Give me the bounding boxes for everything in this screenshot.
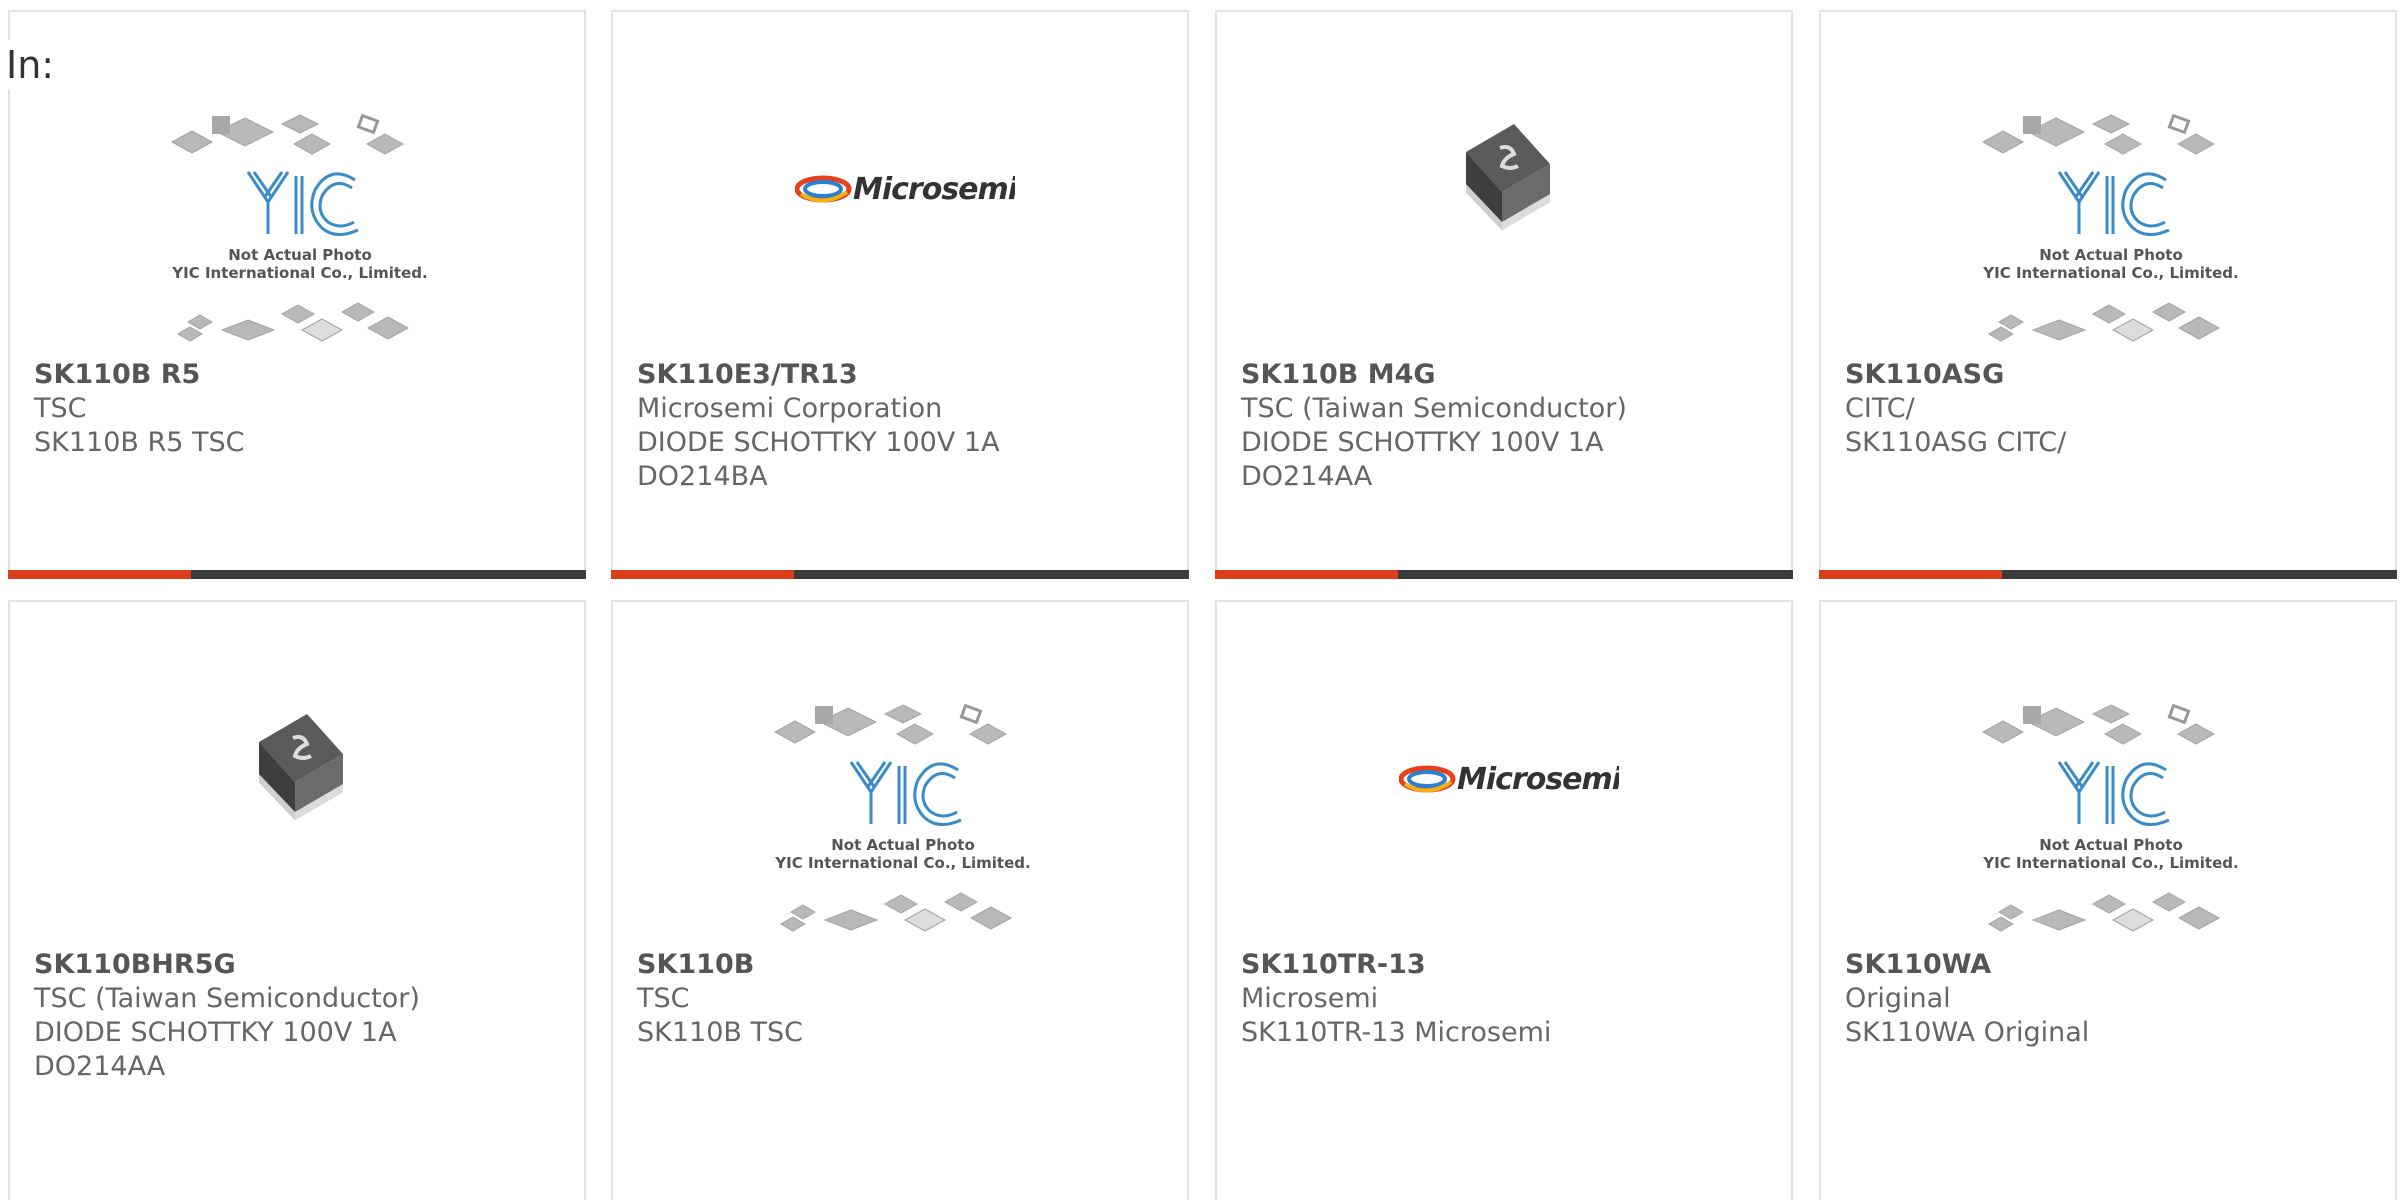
- part-number[interactable]: SK110B R5: [34, 358, 574, 392]
- chip-cluster-icon: [170, 113, 410, 342]
- product-info: SK110B TSC SK110B TSC: [637, 948, 1177, 1050]
- manufacturer: TSC: [34, 393, 87, 424]
- product-image[interactable]: Not Actual Photo YIC International Co., L…: [1821, 602, 2395, 942]
- card-hover-accent: [611, 570, 794, 579]
- product-image[interactable]: Not Actual Photo YIC International Co., L…: [10, 12, 584, 352]
- product-card[interactable]: Microsemi SK110E3/TR13 Microsemi Corporati…: [611, 10, 1189, 579]
- product-info: SK110TR-13 Microsemi SK110TR-13 Microsemi: [1241, 948, 1781, 1050]
- placeholder-caption-1: Not Actual Photo: [831, 836, 975, 854]
- yic-logo-icon: [2057, 171, 2170, 236]
- placeholder-caption-2: YIC International Co., Limited.: [774, 854, 1030, 872]
- manufacturer: TSC (Taiwan Semiconductor): [34, 983, 420, 1014]
- description-line: SK110ASG CITC/: [1845, 427, 2067, 458]
- smd-diode-icon: [259, 714, 343, 820]
- yic-logo-icon: [246, 171, 359, 236]
- product-info: SK110BHR5G TSC (Taiwan Semiconductor) DIOD…: [34, 948, 574, 1084]
- product-card[interactable]: Not Actual Photo YIC International Co., L…: [611, 600, 1189, 1200]
- yic-logo-icon: [2057, 761, 2170, 826]
- description-line: SK110B R5 TSC: [34, 427, 245, 458]
- card-hover-bar: [1215, 570, 1793, 579]
- microsemi-wordmark: Microsemi: [853, 172, 1015, 207]
- description-line: DO214BA: [637, 461, 768, 492]
- product-card[interactable]: Not Actual Photo YIC International Co., L…: [1819, 10, 2397, 579]
- part-number[interactable]: SK110E3/TR13: [637, 358, 1177, 392]
- product-image[interactable]: Microsemi: [613, 12, 1187, 352]
- product-card[interactable]: Microsemi SK110TR-13 Microsemi SK110TR-13 M…: [1215, 600, 1793, 1200]
- product-card[interactable]: Not Actual Photo YIC International Co., L…: [8, 10, 586, 579]
- product-image[interactable]: Microsemi: [1217, 602, 1791, 942]
- description-line: DO214AA: [34, 1051, 166, 1082]
- placeholder-caption-2: YIC International Co., Limited.: [1982, 264, 2238, 282]
- part-number[interactable]: SK110TR-13: [1241, 948, 1781, 982]
- manufacturer: Microsemi: [1241, 983, 1379, 1014]
- manufacturer: TSC (Taiwan Semiconductor): [1241, 393, 1627, 424]
- smd-diode-icon: [1466, 124, 1550, 230]
- description-line: SK110B TSC: [637, 1017, 803, 1048]
- product-image[interactable]: [10, 602, 584, 942]
- description-line: DIODE SCHOTTKY 100V 1A: [34, 1017, 397, 1048]
- card-hover-accent: [1819, 570, 2002, 579]
- card-hover-bar: [8, 570, 586, 579]
- chip-cluster-icon: [1981, 113, 2221, 342]
- product-info: SK110E3/TR13 Microsemi Corporation DIODE S…: [637, 358, 1177, 494]
- card-hover-bar: [611, 570, 1189, 579]
- card-hover-bar: [1819, 570, 2397, 579]
- filter-heading: In:: [6, 40, 59, 90]
- placeholder-caption-2: YIC International Co., Limited.: [1982, 854, 2238, 872]
- part-number[interactable]: SK110ASG: [1845, 358, 2385, 392]
- yic-logo-icon: [849, 761, 962, 826]
- card-hover-accent: [8, 570, 191, 579]
- chip-cluster-icon: [1981, 703, 2221, 932]
- product-grid: Not Actual Photo YIC International Co., L…: [0, 0, 2400, 1200]
- product-card[interactable]: SK110BHR5G TSC (Taiwan Semiconductor) DIOD…: [8, 600, 586, 1200]
- product-info: SK110B M4G TSC (Taiwan Semiconductor) DIOD…: [1241, 358, 1781, 494]
- manufacturer: Microsemi Corporation: [637, 393, 943, 424]
- placeholder-caption-1: Not Actual Photo: [2039, 836, 2183, 854]
- manufacturer: Original: [1845, 983, 1951, 1014]
- part-number[interactable]: SK110B M4G: [1241, 358, 1781, 392]
- placeholder-caption-1: Not Actual Photo: [2039, 246, 2183, 264]
- product-info: SK110B R5 TSC SK110B R5 TSC: [34, 358, 574, 460]
- product-info: SK110ASG CITC/SK110ASG CITC/: [1845, 358, 2385, 460]
- description-line: SK110WA Original: [1845, 1017, 2090, 1048]
- microsemi-swirl-icon: [1399, 765, 1456, 793]
- microsemi-swirl-icon: [795, 175, 852, 203]
- product-image[interactable]: Not Actual Photo YIC International Co., L…: [1821, 12, 2395, 352]
- manufacturer: TSC: [637, 983, 690, 1014]
- part-number[interactable]: SK110B: [637, 948, 1177, 982]
- chip-cluster-icon: [773, 703, 1013, 932]
- product-info: SK110WA Original SK110WA Original: [1845, 948, 2385, 1050]
- product-image[interactable]: [1217, 12, 1791, 352]
- product-card[interactable]: SK110B M4G TSC (Taiwan Semiconductor) DIOD…: [1215, 10, 1793, 579]
- product-image[interactable]: Not Actual Photo YIC International Co., L…: [613, 602, 1187, 942]
- description-line: SK110TR-13 Microsemi: [1241, 1017, 1552, 1048]
- product-card[interactable]: Not Actual Photo YIC International Co., L…: [1819, 600, 2397, 1200]
- card-hover-accent: [1215, 570, 1398, 579]
- part-number[interactable]: SK110WA: [1845, 948, 2385, 982]
- microsemi-wordmark: Microsemi: [1457, 762, 1619, 797]
- placeholder-caption-2: YIC International Co., Limited.: [171, 264, 427, 282]
- part-number[interactable]: SK110BHR5G: [34, 948, 574, 982]
- description-line: DO214AA: [1241, 461, 1373, 492]
- description-line: DIODE SCHOTTKY 100V 1A: [637, 427, 1000, 458]
- manufacturer: CITC/: [1845, 393, 1915, 424]
- placeholder-caption-1: Not Actual Photo: [228, 246, 372, 264]
- description-line: DIODE SCHOTTKY 100V 1A: [1241, 427, 1604, 458]
